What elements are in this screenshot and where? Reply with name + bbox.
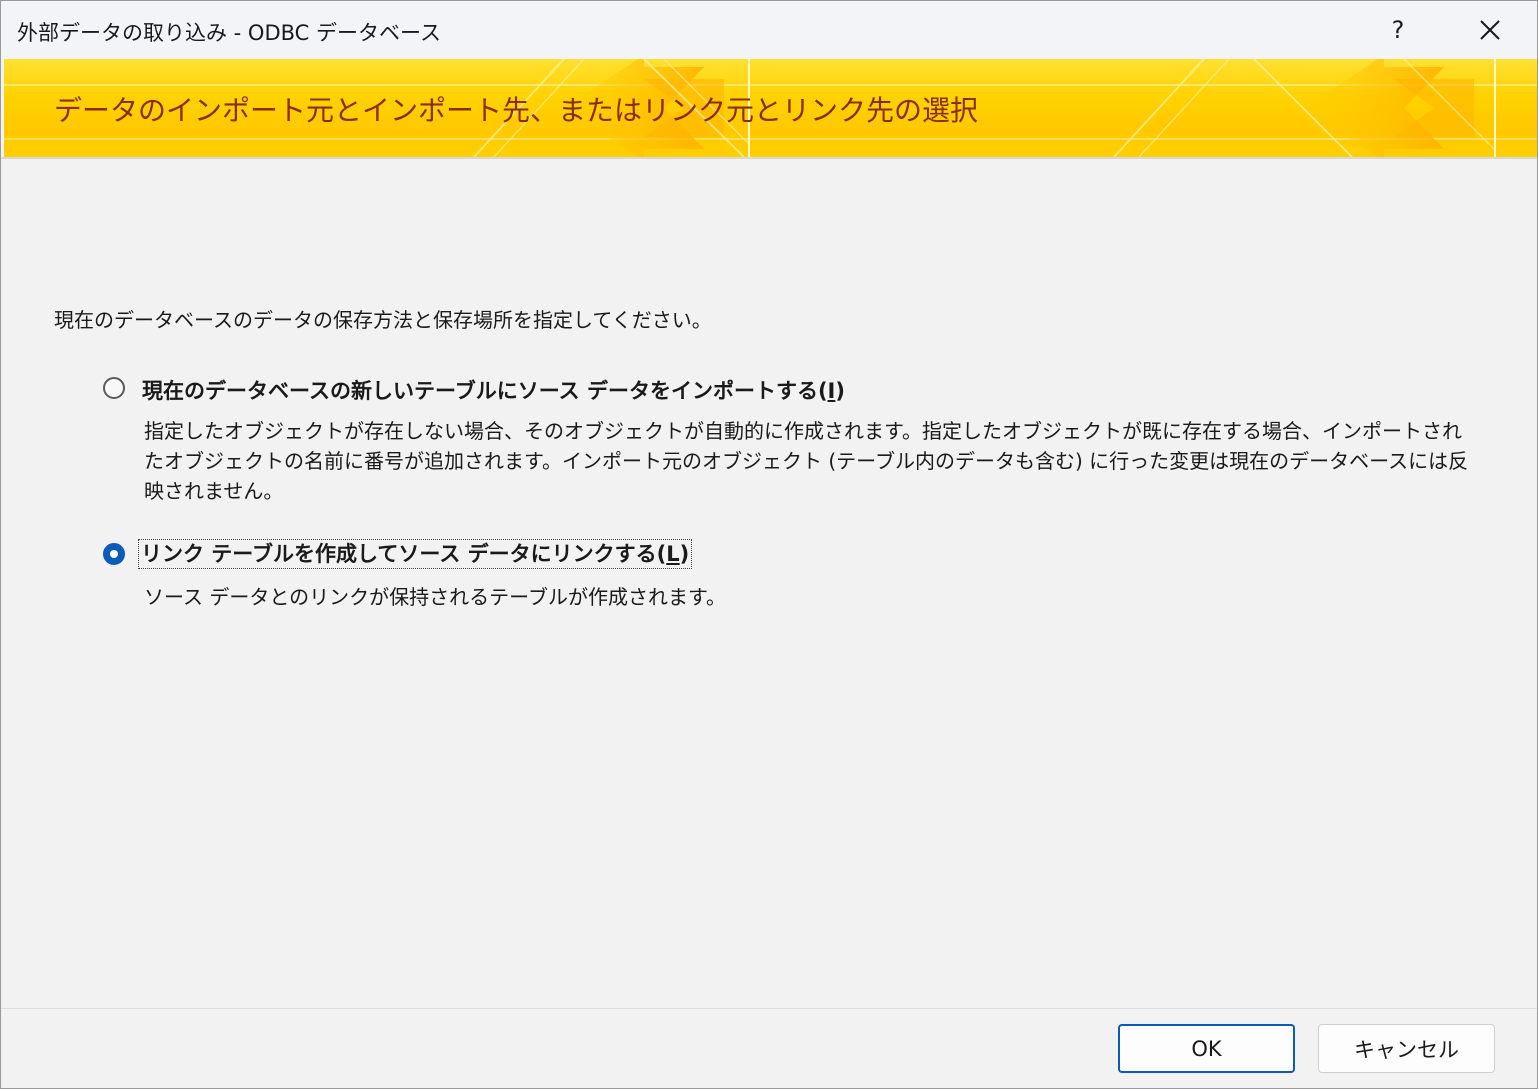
- close-button[interactable]: [1445, 1, 1535, 59]
- footer-divider: [1, 1008, 1537, 1009]
- banner-divider: [1, 157, 1537, 159]
- link-accel-key: L: [666, 542, 680, 566]
- cancel-button[interactable]: キャンセル: [1318, 1024, 1495, 1073]
- close-icon: [1480, 20, 1500, 40]
- help-button[interactable]: ?: [1353, 1, 1443, 59]
- instruction-text: 現在のデータベースのデータの保存方法と保存場所を指定してください。: [54, 308, 712, 332]
- header-banner: データのインポート元とインポート先、またはリンク元とリンク先の選択: [4, 59, 1537, 157]
- link-option-label[interactable]: リンク テーブルを作成してソース データにリンクする(L): [138, 538, 693, 569]
- focus-indicator: リンク テーブルを作成してソース データにリンクする(L): [138, 539, 693, 569]
- banner-heading: データのインポート元とインポート先、またはリンク元とリンク先の選択: [54, 94, 979, 127]
- title-bar: 外部データの取り込み - ODBC データベース ?: [1, 1, 1537, 59]
- import-dialog: 外部データの取り込み - ODBC データベース ? データのインポート元とイン…: [0, 0, 1538, 1089]
- link-radio[interactable]: [103, 543, 125, 565]
- window-title: 外部データの取り込み - ODBC データベース: [17, 21, 441, 45]
- import-option-label[interactable]: 現在のデータベースの新しいテーブルにソース データをインポートする(I): [142, 375, 845, 405]
- ok-button[interactable]: OK: [1118, 1024, 1295, 1073]
- import-option-description: 指定したオブジェクトが存在しない場合、そのオブジェクトが自動的に作成されます。指…: [144, 419, 1469, 503]
- import-radio[interactable]: [103, 377, 125, 399]
- link-option-description: ソース データとのリンクが保持されるテーブルが作成されます。: [144, 585, 726, 609]
- help-icon: ?: [1391, 16, 1405, 44]
